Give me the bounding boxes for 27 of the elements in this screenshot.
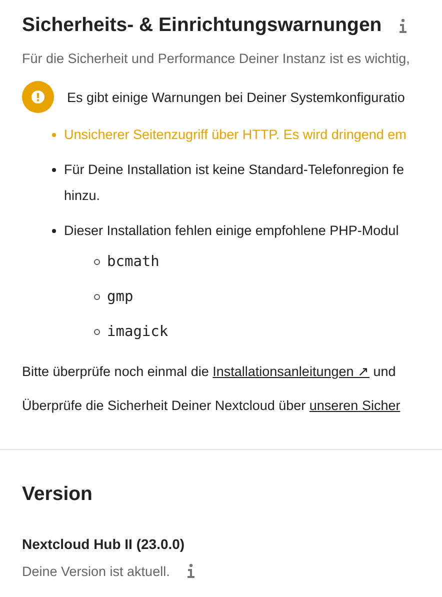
paragraph-text: Überprüfe die Sicherheit Deiner Nextcloud über xyxy=(22,398,307,413)
list-text: Dieser Installation fehlen einige empfohlene PHP-Modul xyxy=(64,222,399,240)
bullet-icon xyxy=(94,294,100,300)
bullet-icon xyxy=(94,258,100,264)
module-name: bcmath xyxy=(107,252,160,272)
info-icon[interactable] xyxy=(398,18,408,34)
bullet-icon xyxy=(52,133,56,137)
module-name: gmp xyxy=(107,288,134,306)
section-title: Sicherheits- & Einrichtungswarnungen xyxy=(22,14,382,37)
warning-text: Es gibt einige Warnungen bei Deiner Systemkonfiguratio xyxy=(67,90,405,104)
bullet-icon xyxy=(94,328,100,334)
version-status: Deine Version ist aktuell. xyxy=(22,564,170,578)
list-text: Für Deine Installation ist keine Standard-Telefonregion fe xyxy=(64,161,404,179)
info-icon[interactable] xyxy=(186,563,196,579)
warning-icon xyxy=(22,81,54,113)
installation-guide-link[interactable]: Installationsanleitungen ↗ xyxy=(212,364,370,379)
bullet-icon xyxy=(52,229,56,233)
list-text: hinzu. xyxy=(64,187,102,205)
paragraph-text: und xyxy=(372,364,396,379)
bullet-icon xyxy=(52,168,56,172)
security-scan-link[interactable]: unseren Sicher xyxy=(309,398,400,413)
section-title: Version xyxy=(22,483,94,506)
list-text: Unsicherer Seitenzugriff über HTTP. Es wird dringend em xyxy=(64,126,406,144)
paragraph-text: Bitte überprüfe noch einmal die xyxy=(22,364,210,379)
module-name: imagick xyxy=(107,322,168,342)
intro-text: Für die Sicherheit und Performance Deiner Instanz ist es wichtig, xyxy=(22,51,411,66)
version-name: Nextcloud Hub II (23.0.0) xyxy=(22,536,186,552)
